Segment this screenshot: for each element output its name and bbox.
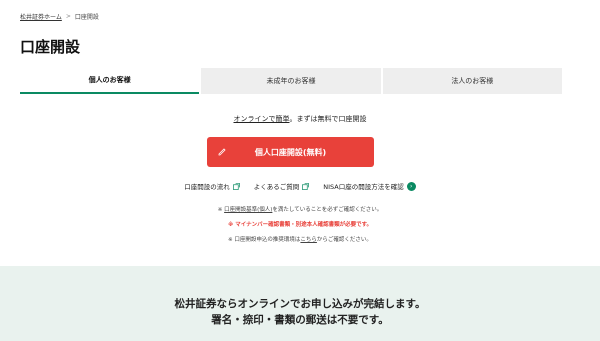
notes: ※ 口座開設基準(個人)を満たしていることを必ずご確認ください。 ※ マイナンバ… xyxy=(0,203,600,248)
external-link-icon xyxy=(302,182,310,190)
page-title: 口座開設 xyxy=(20,38,81,56)
help-links: 口座開設の流れ よくあるご質問 NISA口座の開設方法を確認 › xyxy=(0,181,600,191)
link-account-flow[interactable]: 口座開設の流れ xyxy=(184,181,240,191)
note-line-2: ※ マイナンバー確認書類・別途本人確認書類が必要です。 xyxy=(227,222,373,228)
note-line-1: ※ 口座開設基準(個人)を満たしていることを必ずご確認ください。 xyxy=(0,203,600,218)
note-line-3: ※ 口座開設申込の推奨環境はこちらからご確認ください。 xyxy=(0,233,600,248)
link-faq[interactable]: よくあるご質問 xyxy=(254,181,310,191)
note-1-suffix: を満たしていることを必ずご確認ください。 xyxy=(272,207,383,213)
open-account-button[interactable]: 個人口座開設(無料) xyxy=(207,137,374,167)
breadcrumb-separator: > xyxy=(65,13,71,20)
info-band-line-2: 署名・捺印・書類の郵送は不要です。 xyxy=(211,314,389,326)
breadcrumb-home-link[interactable]: 松井証券ホーム xyxy=(20,12,62,21)
account-criteria-link[interactable]: 口座開設基準(個人) xyxy=(224,207,272,213)
breadcrumb: 松井証券ホーム > 口座開設 xyxy=(20,12,99,21)
link-nisa[interactable]: NISA口座の開設方法を確認 › xyxy=(323,181,416,191)
tab-individual[interactable]: 個人のお客様 xyxy=(20,68,200,94)
pen-icon xyxy=(218,148,226,156)
tab-corporate[interactable]: 法人のお客様 xyxy=(382,68,562,94)
note-3-prefix: ※ 口座開設申込の推奨環境は xyxy=(228,237,301,243)
link-faq-label: よくあるご質問 xyxy=(253,183,300,191)
lead-text-emphasis: オンラインで簡単 xyxy=(233,115,290,123)
open-account-button-label: 個人口座開設(無料) xyxy=(254,147,327,157)
tab-minor[interactable]: 未成年のお客様 xyxy=(201,68,381,94)
lead-text: オンラインで簡単。まずは無料で口座開設 xyxy=(0,114,600,124)
environment-link[interactable]: こちら xyxy=(300,237,317,243)
info-band-text: 松井証券ならオンラインでお申し込みが完結します。 署名・捺印・書類の郵送は不要で… xyxy=(0,296,600,328)
note-3-suffix: からご確認ください。 xyxy=(316,237,372,243)
breadcrumb-current: 口座開設 xyxy=(74,14,99,21)
link-nisa-label: NISA口座の開設方法を確認 xyxy=(323,183,404,191)
info-band-line-1: 松井証券ならオンラインでお申し込みが完結します。 xyxy=(174,298,426,310)
external-link-icon xyxy=(232,182,240,190)
lead-text-rest: 。まずは無料で口座開設 xyxy=(289,115,367,123)
arrow-right-circle-icon: › xyxy=(406,181,416,191)
link-account-flow-label: 口座開設の流れ xyxy=(184,183,230,191)
tab-bar: 個人のお客様 未成年のお客様 法人のお客様 xyxy=(20,68,562,94)
